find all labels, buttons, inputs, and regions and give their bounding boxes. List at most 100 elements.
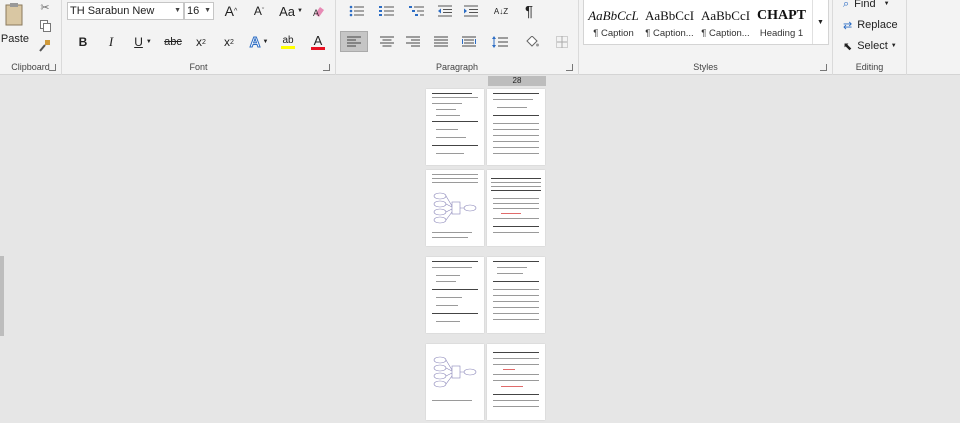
multilevel-list-button[interactable] <box>404 3 430 19</box>
page-thumbnail[interactable] <box>426 89 484 165</box>
font-color-button[interactable]: A <box>305 33 331 51</box>
shading-button[interactable] <box>518 31 546 52</box>
copy-button[interactable] <box>36 18 54 34</box>
chevron-down-icon: ▼ <box>817 18 824 26</box>
subscript-button[interactable]: x2 <box>192 33 210 51</box>
distributed-button[interactable] <box>458 31 480 52</box>
font-group-label: Font <box>189 62 208 72</box>
clear-formatting-button[interactable]: A <box>310 2 328 20</box>
highlighter-icon: ab <box>282 35 294 46</box>
style-caption-2[interactable]: AaBbCcI ¶ Caption... <box>642 0 697 44</box>
strikethrough-icon: abc <box>164 36 182 48</box>
cursor-icon: ⬉ <box>843 40 853 53</box>
multilevel-list-icon <box>409 6 424 16</box>
caret-up-icon: ^ <box>234 7 238 15</box>
chevron-down-icon: ▼ <box>262 39 269 45</box>
style-preview: AaBbCcI <box>700 8 751 23</box>
format-painter-button[interactable] <box>36 38 54 54</box>
font-dialog-launcher[interactable] <box>323 64 330 71</box>
chevron-down-icon: ▼ <box>296 8 303 14</box>
numbering-button[interactable] <box>374 3 400 19</box>
style-preview: CHAPT <box>757 8 806 23</box>
increase-indent-button[interactable] <box>462 3 480 19</box>
change-case-icon: Aa <box>279 3 295 19</box>
paragraph-dialog-launcher[interactable] <box>566 64 573 71</box>
styles-more-button[interactable]: ▼ <box>812 0 828 44</box>
align-center-icon <box>380 36 394 46</box>
diagram-sketch <box>433 192 477 224</box>
justify-icon <box>434 36 448 46</box>
font-name-combobox[interactable]: TH Sarabun New ▼ <box>67 2 184 20</box>
strikethrough-button[interactable]: abc <box>162 33 184 51</box>
style-heading-1[interactable]: CHAPT Heading 1 <box>754 0 809 44</box>
editing-group: ⌕ Find ▼ ⇄ Replace ⬉ Select ▼ Editing <box>833 0 907 75</box>
underline-icon: U <box>134 35 143 49</box>
line-spacing-button[interactable] <box>486 31 514 52</box>
show-hide-button[interactable]: ¶ <box>520 2 538 20</box>
align-center-button[interactable] <box>376 31 398 52</box>
subscript-index: 2 <box>202 38 206 46</box>
caret-down-icon: ˇ <box>261 7 265 15</box>
sort-button[interactable]: A↓Z <box>492 3 510 19</box>
superscript-button[interactable]: x2 <box>220 33 238 51</box>
shrink-font-icon: A <box>253 4 262 18</box>
scissors-icon: ✂ <box>40 1 50 14</box>
cut-button[interactable]: ✂ <box>36 0 54 14</box>
styles-dialog-launcher[interactable] <box>820 64 827 71</box>
font-group: TH Sarabun New ▼ 16 ▼ A ^ Aˇ Aa ▼ A B I U ▼… <box>62 0 336 75</box>
document-area[interactable]: 28 <box>0 76 960 423</box>
page-thumbnail[interactable] <box>487 344 545 420</box>
clipboard-dialog-launcher[interactable] <box>49 64 56 71</box>
change-case-button[interactable]: Aa ▼ <box>277 2 305 20</box>
ribbon: Paste ✂ Clipboard TH Sarabun New ▼ 16 ▼ … <box>0 0 960 75</box>
chevron-down-icon[interactable]: ▼ <box>174 3 181 19</box>
style-preview: AaBbCcL <box>588 8 639 23</box>
underline-button[interactable]: U ▼ <box>130 33 156 51</box>
bullet-list-icon <box>349 5 364 17</box>
replace-label: Replace <box>857 19 898 31</box>
magnifier-icon: ⌕ <box>843 0 850 10</box>
outdent-icon <box>438 5 452 17</box>
grow-font-button[interactable]: A ^ <box>220 2 242 20</box>
style-name: ¶ Caption <box>593 28 634 39</box>
style-preview: AaBbCcI <box>644 8 695 23</box>
align-right-button[interactable] <box>402 31 424 52</box>
style-caption[interactable]: AaBbCcL ¶ Caption <box>586 0 641 44</box>
justify-button[interactable] <box>430 31 452 52</box>
page-thumbnail-diagram[interactable] <box>426 170 484 246</box>
font-size-combobox[interactable]: 16 ▼ <box>184 2 214 20</box>
paint-bucket-icon <box>526 35 539 47</box>
font-color-icon: A <box>313 32 323 48</box>
shrink-font-button[interactable]: Aˇ <box>248 2 270 20</box>
borders-button[interactable] <box>548 31 576 52</box>
style-name: ¶ Caption... <box>701 28 750 39</box>
replace-icon: ⇄ <box>843 19 853 32</box>
italic-button[interactable]: I <box>102 33 120 51</box>
bold-button[interactable]: B <box>74 33 92 51</box>
page-thumbnail[interactable] <box>426 257 484 333</box>
page-indicator: 28 <box>488 76 546 86</box>
eraser-icon: A <box>313 6 324 18</box>
page-thumbnail[interactable] <box>487 89 545 165</box>
page-thumbnail-diagram[interactable] <box>426 344 484 420</box>
highlight-color-bar <box>281 46 295 49</box>
select-button[interactable]: ⬉ Select ▼ <box>843 38 907 54</box>
diagram-sketch <box>433 356 477 388</box>
paste-button[interactable]: Paste <box>0 0 30 52</box>
align-left-button[interactable] <box>340 31 368 52</box>
page-number: 28 <box>512 76 522 85</box>
text-effects-button[interactable]: A ▼ <box>248 33 270 51</box>
page-thumbnail[interactable] <box>487 170 545 246</box>
chevron-down-icon[interactable]: ▼ <box>204 3 211 19</box>
replace-button[interactable]: ⇄ Replace <box>843 17 907 33</box>
highlight-button[interactable]: ab <box>275 33 301 51</box>
clipboard-icon <box>5 3 23 26</box>
decrease-indent-button[interactable] <box>436 3 454 19</box>
style-caption-3[interactable]: AaBbCcI ¶ Caption... <box>698 0 753 44</box>
paste-label: Paste <box>0 33 30 45</box>
pilcrow-icon: ¶ <box>524 2 534 20</box>
bullets-button[interactable] <box>344 3 370 19</box>
page-thumbnail[interactable] <box>487 257 545 333</box>
italic-icon: I <box>108 34 114 49</box>
find-button[interactable]: ⌕ Find ▼ <box>843 0 903 12</box>
